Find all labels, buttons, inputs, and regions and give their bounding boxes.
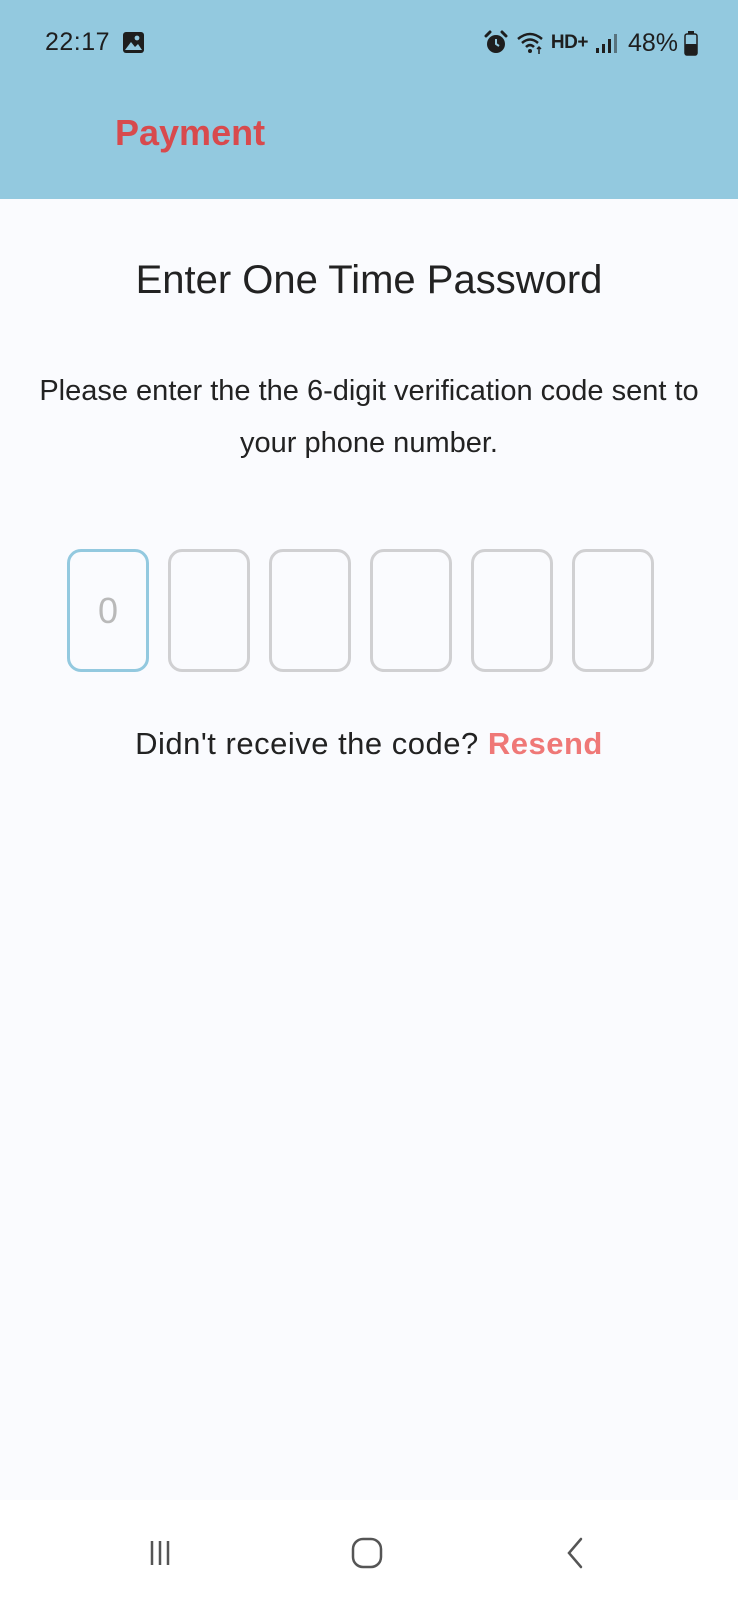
header-title: Payment	[115, 112, 266, 153]
otp-digit-input-4[interactable]	[370, 549, 452, 672]
otp-digit-input-3[interactable]	[269, 549, 351, 672]
wifi-icon	[515, 30, 545, 56]
system-navigation-bar	[0, 1500, 738, 1600]
status-time: 22:17	[45, 28, 111, 56]
home-icon	[350, 1536, 384, 1575]
gallery-notification-icon	[122, 31, 145, 54]
otp-digit-input-5[interactable]	[471, 549, 553, 672]
alarm-icon	[483, 30, 509, 56]
resend-link[interactable]: Resend	[488, 726, 603, 761]
otp-digit-input-1[interactable]: 0	[67, 549, 149, 672]
battery-percentage: 48%	[627, 28, 678, 57]
resend-prompt: Didn't receive the code?	[135, 726, 479, 761]
home-button[interactable]	[332, 1520, 402, 1590]
network-type-label: HD+	[550, 32, 589, 53]
recent-apps-button[interactable]	[125, 1520, 195, 1590]
otp-digit-input-6[interactable]	[572, 549, 654, 672]
otp-digit-input-2[interactable]	[168, 549, 250, 672]
otp-description: Please enter the the 6-digit verificatio…	[39, 375, 699, 459]
back-icon	[560, 1536, 590, 1575]
back-button[interactable]	[540, 1520, 610, 1590]
otp-title: Enter One Time Password	[135, 258, 603, 302]
status-icons: HD+ 48%	[483, 26, 698, 60]
app-header: 22:17 HD+ 48% Payment	[0, 0, 738, 199]
signal-icon	[594, 31, 618, 55]
recent-apps-icon	[145, 1538, 175, 1573]
resend-row: Didn't receive the code? Resend	[0, 726, 738, 762]
battery-icon	[684, 30, 698, 56]
